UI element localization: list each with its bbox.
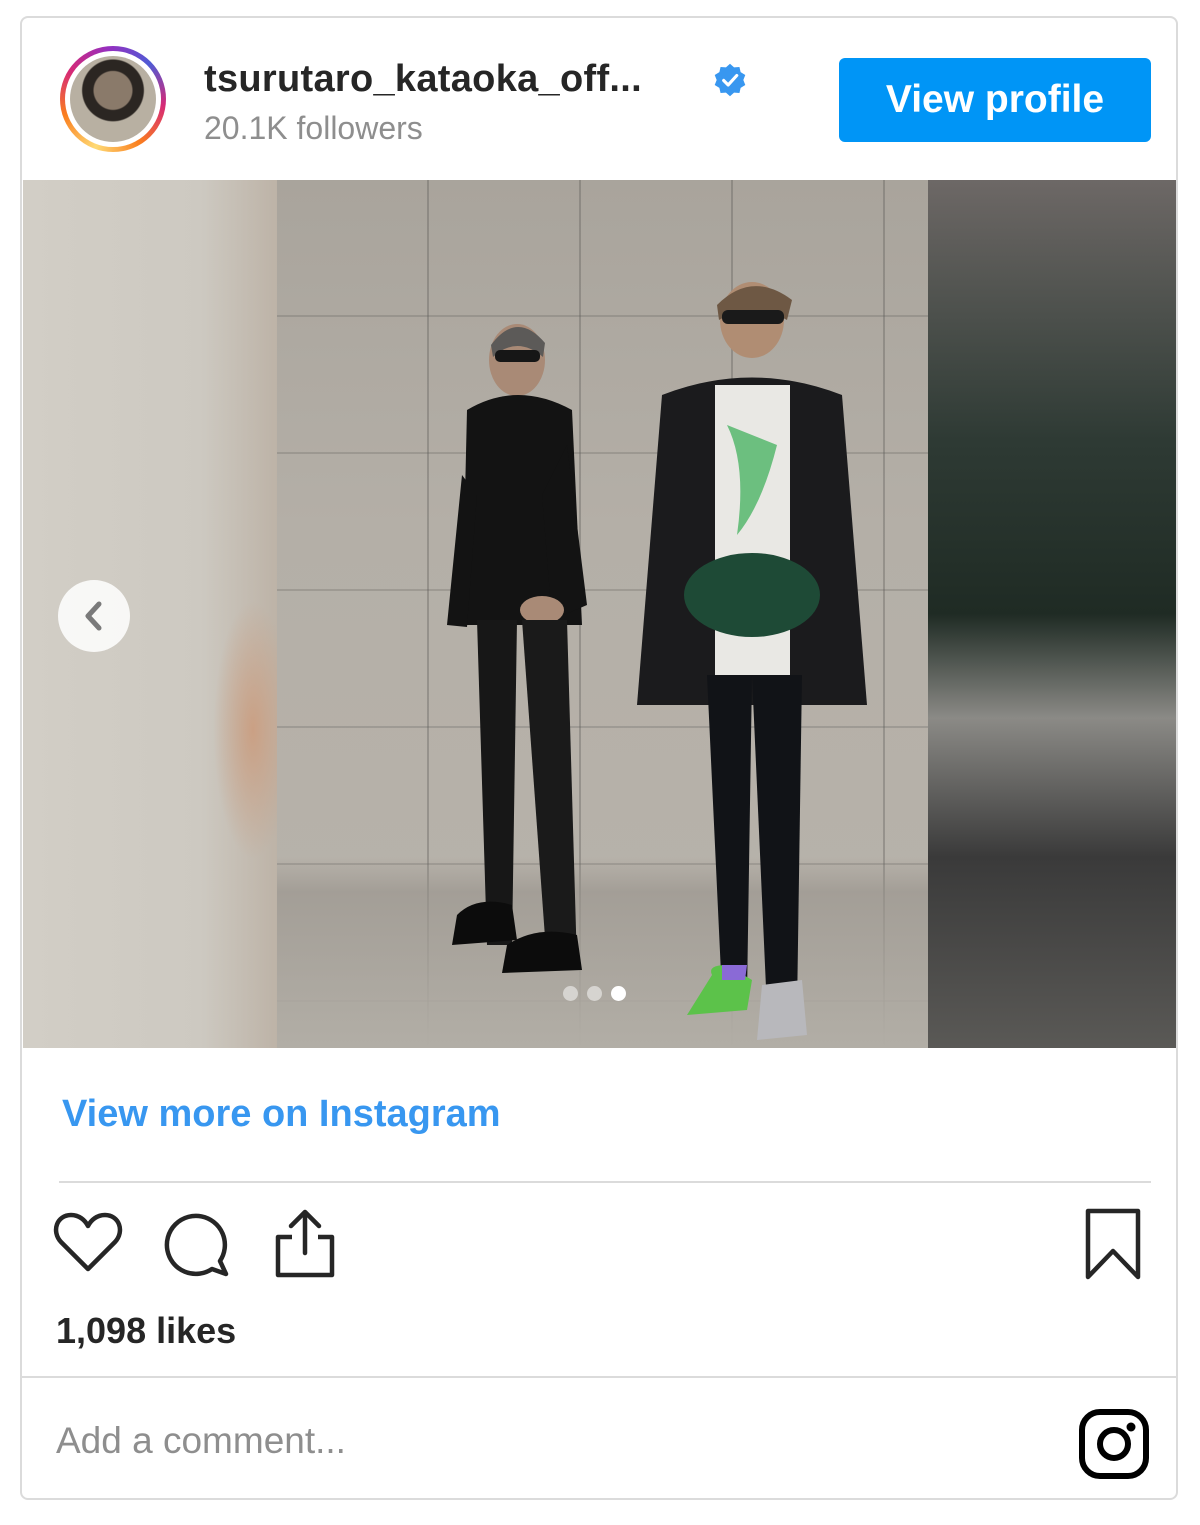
carousel-dot (587, 986, 602, 1001)
comment-input[interactable] (56, 1420, 956, 1462)
share-icon[interactable] (272, 1207, 338, 1279)
next-slide-preview (928, 180, 1176, 1048)
chevron-left-icon (85, 601, 102, 631)
instagram-logo-icon[interactable] (1078, 1408, 1150, 1480)
action-bar (22, 1203, 1176, 1283)
carousel-dot-active (611, 986, 626, 1001)
instagram-embed-card: tsurutaro_kataoka_off... 20.1K followers… (20, 16, 1178, 1500)
carousel-dot (563, 986, 578, 1001)
comment-bubble-icon[interactable] (162, 1211, 232, 1279)
post-media-carousel[interactable] (23, 180, 1176, 1048)
divider (22, 1376, 1176, 1378)
avatar-photo (70, 56, 156, 142)
view-more-link[interactable]: View more on Instagram (62, 1093, 501, 1136)
view-profile-button[interactable]: View profile (839, 58, 1151, 142)
follower-count: 20.1K followers (204, 110, 423, 146)
person-right-figure (637, 282, 867, 1040)
post-header: tsurutaro_kataoka_off... 20.1K followers… (22, 18, 1176, 180)
like-count: 1,098 likes (56, 1310, 237, 1351)
heart-icon[interactable] (52, 1211, 124, 1275)
previous-slide-button[interactable] (58, 580, 130, 652)
carousel-indicators (563, 986, 626, 1001)
verified-badge-icon (714, 63, 746, 97)
post-photo (277, 180, 928, 1048)
username[interactable]: tsurutaro_kataoka_off... (204, 58, 642, 101)
divider (59, 1181, 1151, 1183)
bookmark-icon[interactable] (1082, 1207, 1144, 1283)
avatar[interactable] (60, 46, 166, 152)
person-left-figure (447, 324, 587, 973)
